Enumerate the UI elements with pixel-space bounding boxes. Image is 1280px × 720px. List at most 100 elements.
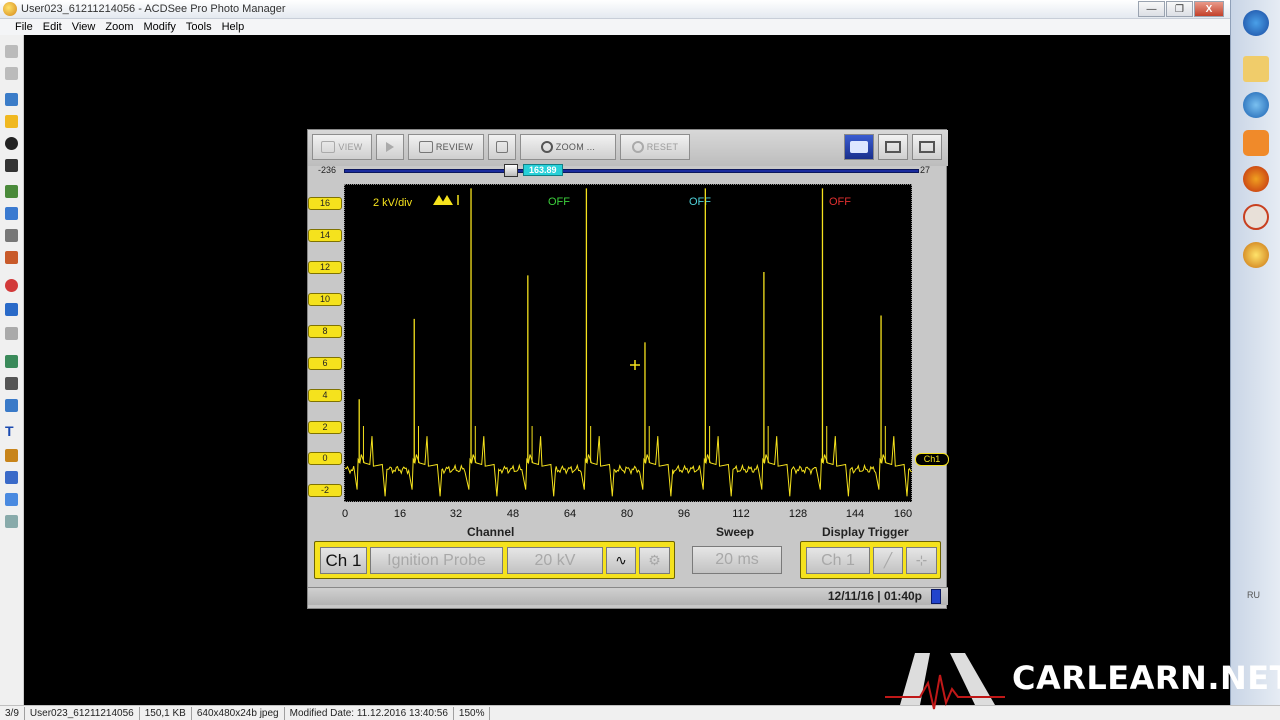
status-index: 3/9 <box>0 706 25 720</box>
y-tick-label: 6 <box>308 357 342 370</box>
trigger-channel-button[interactable]: Ch 1 <box>806 547 870 574</box>
menu-bar: File Edit View Zoom Modify Tools Help <box>0 19 1230 35</box>
status-zoom: 150% <box>454 706 491 720</box>
magnifier-icon <box>540 141 553 153</box>
more-tools-icon[interactable] <box>5 515 18 528</box>
browse-icon[interactable] <box>5 45 18 58</box>
range-button[interactable]: 20 kV <box>507 547 603 574</box>
trigger-level-icon: ⊹ <box>915 552 928 568</box>
scope-image: VIEW REVIEW ZOOM ... RESET -236 163.89 2… <box>307 129 949 609</box>
x-tick-label: 48 <box>506 508 520 520</box>
rotate-icon[interactable] <box>5 399 18 412</box>
app-icon[interactable] <box>1243 204 1269 230</box>
distort-icon[interactable] <box>5 471 18 484</box>
window-title: User023_61211214056 - ACDSee Pro Photo M… <box>21 3 286 15</box>
restore-button[interactable]: ❐ <box>1166 1 1193 17</box>
acdsee-taskbar-icon[interactable] <box>1243 242 1269 268</box>
scope-zoom-button[interactable]: ZOOM ... <box>520 134 616 160</box>
scope-play-button[interactable] <box>376 134 404 160</box>
y-tick-label: 10 <box>308 293 342 306</box>
status-modified: Modified Date: 11.12.2016 13:40:56 <box>285 706 454 720</box>
color-icon[interactable] <box>5 251 18 264</box>
explorer-icon[interactable] <box>1243 56 1269 82</box>
ch3-off-label: OFF <box>689 196 711 208</box>
scope-print-button[interactable] <box>878 134 908 160</box>
scope-date: 12/11/16 <box>827 589 874 603</box>
coupling-button[interactable]: ∿ <box>606 547 636 574</box>
trigger-settings-button[interactable]: ⊹ <box>906 547 937 574</box>
scale-label: 2 kV/div <box>373 197 413 209</box>
left-toolbar: T <box>0 35 24 705</box>
slider-value: 163.89 <box>522 164 563 176</box>
channel-settings-button[interactable]: ⚙ <box>639 547 670 574</box>
waveform-coupling-icon: ∿ <box>615 552 627 568</box>
slider-thumb[interactable] <box>503 164 518 177</box>
scope-status-bar: 12/11/16 | 01:40p <box>308 587 948 605</box>
cursor-icon <box>496 141 508 153</box>
media-player-icon[interactable] <box>1243 130 1269 156</box>
window-controls: — ❐ X <box>1138 1 1224 17</box>
scope-view-button[interactable]: VIEW <box>312 134 372 160</box>
x-tick-label: 160 <box>893 508 913 520</box>
slider-track[interactable] <box>344 169 919 173</box>
sweep-button[interactable]: 20 ms <box>692 546 782 574</box>
scope-review-button[interactable]: REVIEW <box>408 134 484 160</box>
channel-select-button[interactable]: Ch 1 <box>320 547 367 574</box>
brush-icon[interactable] <box>5 449 18 462</box>
language-indicator[interactable]: RU <box>1247 590 1260 600</box>
start-button-icon[interactable] <box>1243 10 1269 36</box>
curves-icon[interactable] <box>5 229 18 242</box>
status-filesize: 150,1 KB <box>140 706 192 720</box>
scope-datetime: 12/11/16 | 01:40p <box>827 589 922 603</box>
exposure-icon[interactable] <box>5 137 18 150</box>
toolbox-icon <box>919 141 935 153</box>
sharpen-icon[interactable] <box>5 303 18 316</box>
y-tick-label: 8 <box>308 325 342 338</box>
light-icon[interactable] <box>5 115 18 128</box>
scope-reset-button[interactable]: RESET <box>620 134 690 160</box>
ch4-off-label: OFF <box>829 196 851 208</box>
probe-button[interactable]: Ignition Probe <box>370 547 503 574</box>
menu-edit[interactable]: Edit <box>38 21 67 33</box>
y-tick-label: 12 <box>308 261 342 274</box>
ch1-level-marker[interactable]: Ch1 <box>915 453 949 466</box>
effect-icon[interactable] <box>5 493 18 506</box>
waveform-plot[interactable]: 2 kV/div OFF OFF OFF <box>344 184 913 502</box>
menu-modify[interactable]: Modify <box>138 21 180 33</box>
menu-file[interactable]: File <box>10 21 38 33</box>
ie-icon[interactable] <box>1243 92 1269 118</box>
resize-icon[interactable] <box>5 355 18 368</box>
person-icon[interactable] <box>5 159 18 172</box>
play-icon <box>386 142 394 152</box>
ch2-off-label: OFF <box>548 196 570 208</box>
red-eye-icon[interactable] <box>5 279 18 292</box>
scope-save-button[interactable] <box>912 134 942 160</box>
photo-icon[interactable] <box>5 93 18 106</box>
channel-panel: Ch 1 Ignition Probe 20 kV ∿ ⚙ <box>314 541 675 579</box>
firefox-icon[interactable] <box>1243 166 1269 192</box>
scope-cursor-button[interactable] <box>488 134 516 160</box>
image-icon[interactable] <box>5 185 18 198</box>
close-button[interactable]: X <box>1194 1 1224 17</box>
frame-icon[interactable] <box>5 327 18 340</box>
crop-icon[interactable] <box>5 377 18 390</box>
x-tick-label: 64 <box>563 508 577 520</box>
menu-view[interactable]: View <box>67 21 101 33</box>
trigger-panel: Ch 1 ╱ ⊹ <box>800 541 941 579</box>
waveform-svg: 2 kV/div OFF OFF OFF <box>344 188 913 497</box>
x-tick-label: 144 <box>845 508 865 520</box>
minimize-button[interactable]: — <box>1138 1 1165 17</box>
slope-icon: ╱ <box>883 552 893 568</box>
scope-folder-button[interactable] <box>844 134 874 160</box>
x-tick-label: 128 <box>788 508 808 520</box>
back-icon[interactable] <box>5 67 18 80</box>
menu-help[interactable]: Help <box>217 21 250 33</box>
trigger-slope-button[interactable]: ╱ <box>873 547 903 574</box>
scope-time: 01:40p <box>883 589 922 603</box>
menu-zoom[interactable]: Zoom <box>100 21 138 33</box>
text-tool-icon[interactable]: T <box>5 424 18 438</box>
y-tick-label: -2 <box>308 484 342 497</box>
levels-icon[interactable] <box>5 207 18 220</box>
time-slider: -236 163.89 27 <box>316 164 940 178</box>
menu-tools[interactable]: Tools <box>181 21 217 33</box>
